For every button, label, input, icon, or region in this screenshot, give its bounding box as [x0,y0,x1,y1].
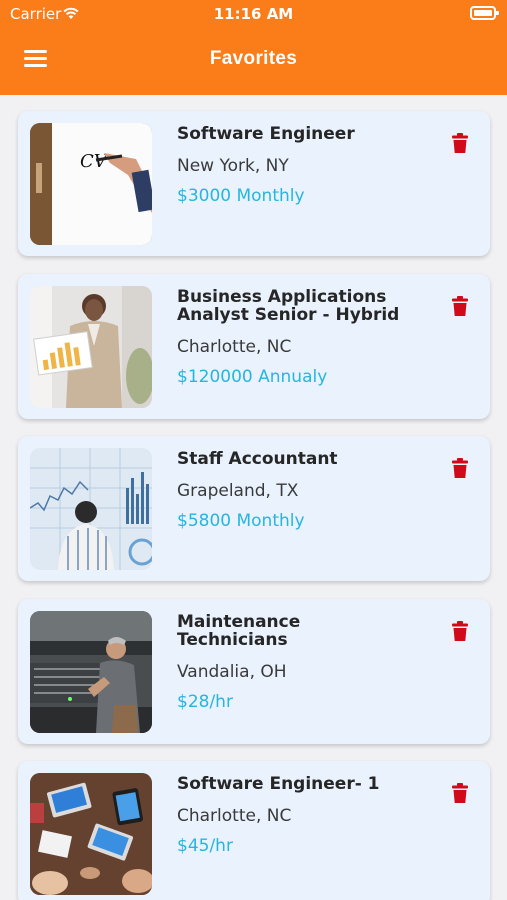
job-image-cv-whiteboard: CV [30,123,152,245]
svg-text:CV: CV [80,151,109,172]
job-card[interactable]: Business Applications Analyst Senior - H… [18,274,490,419]
job-image-man-viewing-stock-chart [30,448,152,570]
status-bar: Carrier 11:16 AM [0,0,507,28]
job-image-technician-at-machine [30,611,152,733]
job-location: New York, NY [177,156,289,176]
job-card[interactable]: Staff Accountant Grapeland, TX $5800 Mon… [18,436,490,581]
favorites-list[interactable]: CV Software Engineer New York, NY $3000 … [0,95,507,900]
delete-trash-icon[interactable] [452,783,468,803]
job-title: Software Engineer [177,124,355,144]
job-title: Maintenance Technicians [177,612,301,650]
job-title: Staff Accountant [177,449,338,469]
job-salary: $120000 Annualy [177,367,328,387]
job-title: Software Engineer- 1 [177,774,380,794]
job-salary: $5800 Monthly [177,511,305,531]
job-location: Vandalia, OH [177,662,287,682]
app-header: Carrier 11:16 AM Favorites [0,0,507,95]
job-salary: $3000 Monthly [177,186,305,206]
delete-trash-icon[interactable] [452,296,468,316]
page-title: Favorites [209,48,298,69]
delete-trash-icon[interactable] [452,458,468,478]
job-title: Business Applications Analyst Senior - H… [177,287,400,325]
job-salary: $45/hr [177,836,233,856]
job-card[interactable]: Maintenance Technicians Vandalia, OH $28… [18,599,490,744]
job-salary: $28/hr [177,692,233,712]
job-location: Grapeland, TX [177,481,299,501]
job-location: Charlotte, NC [177,806,292,826]
job-image-team-with-laptops [30,773,152,895]
status-time: 11:16 AM [213,5,294,23]
job-card[interactable]: Software Engineer- 1 Charlotte, NC $45/h… [18,761,490,900]
job-card[interactable]: CV Software Engineer New York, NY $3000 … [18,111,490,256]
delete-trash-icon[interactable] [452,133,468,153]
delete-trash-icon[interactable] [452,621,468,641]
job-image-woman-presenting-chart [30,286,152,408]
battery-icon [470,6,499,20]
job-location: Charlotte, NC [177,337,292,357]
